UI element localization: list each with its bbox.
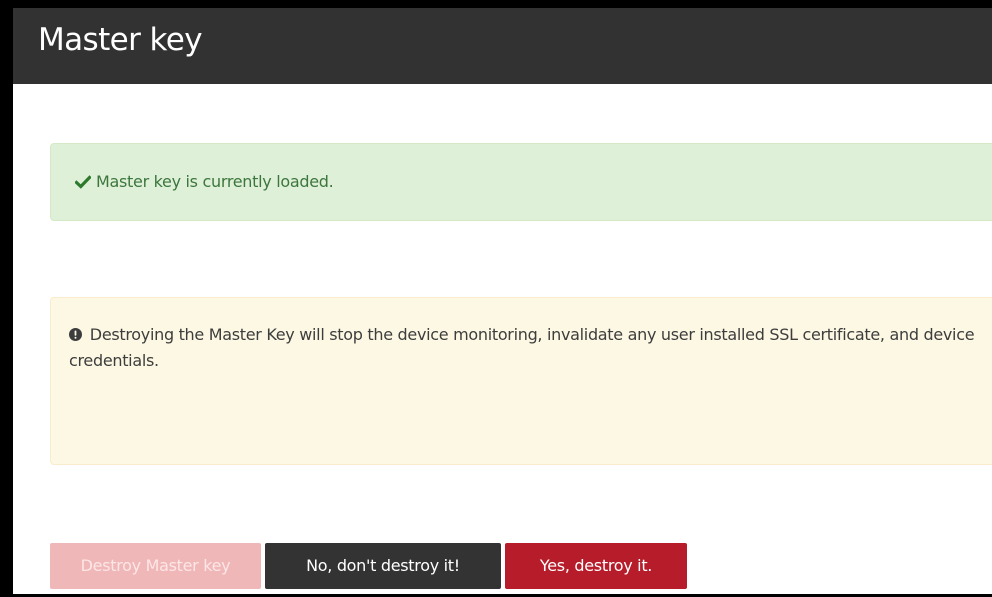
confirm-destroy-button[interactable]: Yes, destroy it.	[505, 543, 687, 589]
success-alert-content: Master key is currently loaded.	[74, 169, 334, 195]
warning-alert: Destroying the Master Key will stop the …	[50, 297, 992, 465]
warning-alert-content: Destroying the Master Key will stop the …	[69, 322, 992, 374]
cancel-destroy-button[interactable]: No, don't destroy it!	[265, 543, 501, 589]
page-title: Master key	[38, 22, 203, 58]
action-buttons: Destroy Master key No, don't destroy it!…	[50, 543, 687, 589]
panel-header: Master key	[13, 8, 992, 84]
destroy-master-key-button[interactable]: Destroy Master key	[50, 543, 261, 589]
success-alert: Master key is currently loaded.	[50, 143, 992, 221]
warning-alert-text: Destroying the Master Key will stop the …	[69, 325, 975, 370]
success-alert-text: Master key is currently loaded.	[96, 172, 334, 191]
master-key-panel: Master key Master key is currently loade…	[0, 0, 992, 597]
checkmark-icon	[74, 173, 92, 191]
exclamation-circle-icon	[69, 323, 82, 341]
